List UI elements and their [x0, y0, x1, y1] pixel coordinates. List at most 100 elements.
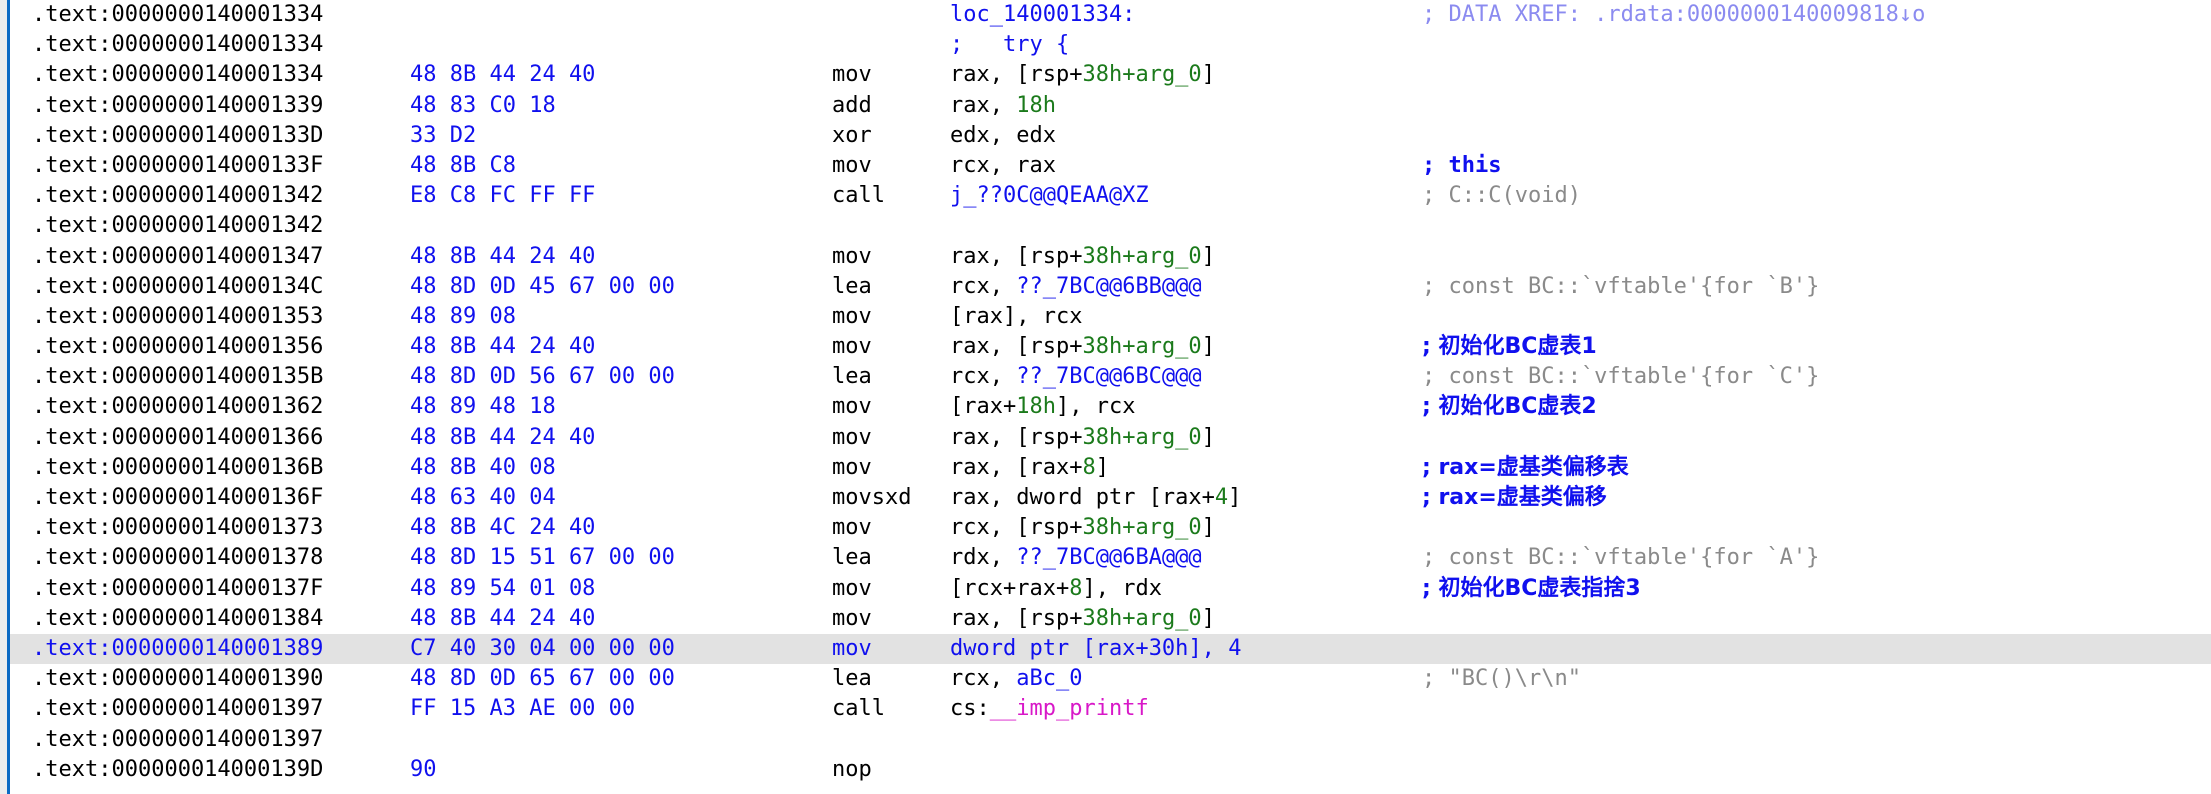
row-mnemonic: xor: [832, 122, 872, 148]
row-operands: rax, [rsp+38h+arg_0]: [950, 242, 1215, 272]
row-operands: rdx, ??_7BC@@6BA@@@: [950, 543, 1202, 573]
disassembly-row[interactable]: .text:0000000140001334 ; try {: [10, 30, 2211, 60]
row-xref-comment[interactable]: ; DATA XREF: .rdata:0000000140009818↓o: [1422, 0, 1925, 30]
row-operands: rax, [rsp+38h+arg_0]: [950, 423, 1215, 453]
operand-src-immediate: 38h+arg_0: [1082, 515, 1202, 541]
row-mnemonic: mov: [832, 454, 872, 480]
row-operands: [rax+18h], rcx: [950, 392, 1135, 422]
disassembly-row[interactable]: .text:000000014000135B 48 8D 0D 56 67 00 …: [10, 362, 2211, 392]
row-mnemonic: add: [832, 92, 872, 118]
disassembly-row[interactable]: .text:0000000140001342: [10, 211, 2211, 241]
row-operands: rax, 18h: [950, 91, 1056, 121]
operand-symbol[interactable]: ??_7BC@@6BA@@@: [1016, 545, 1201, 570]
operand-src-immediate: 38h+arg_0: [1082, 334, 1202, 360]
operand-src-immediate: 38h+arg_0: [1082, 605, 1202, 631]
row-mnemonic: lea: [832, 666, 872, 692]
row-user-comment: ; 初始化BC虚表2: [1422, 394, 1597, 420]
operand-dest-prefix: dword ptr [rax+: [950, 635, 1149, 661]
disassembly-row[interactable]: .text:000000014000139D 90 nop: [10, 755, 2211, 785]
operand-dest: rcx,: [950, 152, 1003, 178]
disassembly-row[interactable]: .text:0000000140001397: [10, 725, 2211, 755]
row-hex-bytes: 48 8B 4C 24 40: [410, 515, 596, 541]
row-address: .text:000000014000136F: [32, 485, 324, 510]
row-address: .text:0000000140001362: [32, 394, 324, 420]
disassembly-row[interactable]: .text:0000000140001339 48 83 C0 18 add rax,…: [10, 91, 2211, 121]
operand-dest-prefix: [rax+: [950, 394, 1017, 420]
row-address: .text:000000014000137F: [32, 575, 324, 601]
disassembly-row[interactable]: .text:0000000140001356 48 8B 44 24 40 mov r…: [10, 332, 2211, 362]
operand-symbol[interactable]: ??_7BC@@6BC@@@: [1016, 364, 1201, 389]
row-hex-bytes: 48 63 40 04: [410, 485, 556, 510]
row-user-comment: ; this: [1422, 152, 1502, 178]
row-mnemonic: call: [832, 183, 885, 209]
row-address: .text:000000014000134C: [32, 273, 324, 299]
operand-src-prefix: [rsp+: [1016, 424, 1083, 450]
row-label[interactable]: ; try {: [950, 32, 1069, 57]
row-hex-bytes: 33 D2: [410, 122, 477, 148]
row-operands: rax, dword ptr [rax+4]: [950, 483, 1241, 513]
row-address: .text:000000014000136B: [32, 454, 324, 480]
row-user-comment: ; 初始化BC虚表1: [1422, 334, 1597, 360]
disassembly-row[interactable]: .text:0000000140001334 48 8B 44 24 40 mov r…: [10, 60, 2211, 90]
operand-dest-immediate: 8: [1069, 575, 1083, 601]
row-mnemonic: lea: [832, 545, 872, 571]
operand-import-symbol[interactable]: __imp_printf: [990, 696, 1149, 721]
disassembly-row[interactable]: .text:0000000140001353 48 89 08 mov [rax], …: [10, 302, 2211, 332]
row-auto-comment: ; const BC::`vftable'{for `A'}: [1422, 545, 1820, 571]
row-operands: rcx, ??_7BC@@6BB@@@: [950, 272, 1202, 302]
operand-dest: rcx,: [950, 666, 1003, 692]
disassembly-listing[interactable]: .text:0000000140001334 loc_140001334: ; DA…: [10, 0, 2211, 794]
operand-symbol[interactable]: aBc_0: [1016, 666, 1082, 691]
ida-disassembly-window: .text:0000000140001334 loc_140001334: ; DA…: [0, 0, 2211, 794]
operand-symbol[interactable]: ??_7BC@@6BB@@@: [1016, 274, 1201, 299]
disassembly-row[interactable]: .text:000000014000137F 48 89 54 01 08 mov […: [10, 574, 2211, 604]
operand-symbol[interactable]: j_??0C@@QEAA@XZ: [950, 183, 1149, 208]
row-operands: [rcx+rax+8], rdx: [950, 574, 1162, 604]
operand-src-suffix: ]: [1228, 485, 1242, 510]
disassembly-row[interactable]: .text:0000000140001397 FF 15 A3 AE 00 00 c…: [10, 694, 2211, 724]
disassembly-row[interactable]: .text:0000000140001384 48 8B 44 24 40 mov r…: [10, 604, 2211, 634]
operand-src-immediate: 38h+arg_0: [1082, 243, 1202, 269]
operand-src-prefix: [rsp+: [1016, 605, 1083, 631]
operand-src-suffix: ]: [1201, 424, 1215, 450]
row-operands: edx, edx: [950, 121, 1056, 151]
disassembly-row[interactable]: .text:000000014000136B 48 8B 40 08 mov rax,…: [10, 453, 2211, 483]
row-hex-bytes: 48 89 08: [410, 303, 516, 329]
row-address: .text:000000014000135B: [32, 364, 324, 390]
disassembly-row[interactable]: .text:0000000140001373 48 8B 4C 24 40 mov r…: [10, 513, 2211, 543]
disassembly-row[interactable]: .text:0000000140001390 48 8D 0D 65 67 00 …: [10, 664, 2211, 694]
disassembly-row[interactable]: .text:0000000140001334 loc_140001334: ; DA…: [10, 0, 2211, 30]
operand-src-prefix: [rax+: [1016, 454, 1083, 480]
disassembly-row[interactable]: .text:000000014000133F 48 8B C8 mov rcx, ra…: [10, 151, 2211, 181]
row-hex-bytes: 48 8B 44 24 40: [410, 62, 596, 88]
row-address: .text:0000000140001366: [32, 424, 324, 450]
operand-src-suffix: ]: [1201, 62, 1215, 88]
row-hex-bytes: C7 40 30 04 00 00 00: [410, 635, 675, 661]
row-hex-bytes: 48 8B C8: [410, 152, 516, 178]
operand-dest: [rax],: [950, 303, 1030, 329]
disassembly-row[interactable]: .text:0000000140001366 48 8B 44 24 40 mov r…: [10, 423, 2211, 453]
row-operands: rcx, [rsp+38h+arg_0]: [950, 513, 1215, 543]
row-label[interactable]: loc_140001334:: [950, 2, 1135, 27]
row-hex-bytes: 90: [410, 756, 437, 782]
operand-src-immediate: 4: [1214, 485, 1229, 510]
disassembly-row[interactable]: .text:0000000140001342 E8 C8 FC FF FF call…: [10, 181, 2211, 211]
operand-dest: rcx,: [950, 273, 1003, 299]
row-hex-bytes: E8 C8 FC FF FF: [410, 183, 596, 209]
operand-src-prefix: [rsp+: [1016, 515, 1083, 541]
disassembly-row[interactable]: .text:000000014000133D 33 D2 xor edx, edx: [10, 121, 2211, 151]
operand-src-immediate: 38h+arg_0: [1082, 424, 1202, 450]
row-auto-comment: ; C::C(void): [1422, 183, 1581, 209]
operand-src-suffix: ]: [1201, 243, 1215, 269]
row-hex-bytes: 48 89 54 01 08: [410, 575, 596, 601]
disassembly-row[interactable]: .text:000000014000134C 48 8D 0D 45 67 00 …: [10, 272, 2211, 302]
disassembly-row[interactable]: .text:0000000140001378 48 8D 15 51 67 00 …: [10, 543, 2211, 573]
row-auto-comment: ; const BC::`vftable'{for `C'}: [1422, 364, 1820, 390]
row-address: .text:0000000140001397: [32, 696, 324, 722]
row-mnemonic: mov: [832, 575, 872, 601]
disassembly-row[interactable]: .text:0000000140001347 48 8B 44 24 40 mov r…: [10, 242, 2211, 272]
disassembly-row[interactable]: .text:0000000140001389 C7 40 30 04 00 00 …: [10, 633, 2211, 665]
disassembly-row[interactable]: .text:000000014000136F 48 63 40 04 movsxd r…: [10, 483, 2211, 513]
row-address: .text:0000000140001390: [32, 666, 324, 692]
disassembly-row[interactable]: .text:0000000140001362 48 89 48 18 mov [rax…: [10, 392, 2211, 422]
